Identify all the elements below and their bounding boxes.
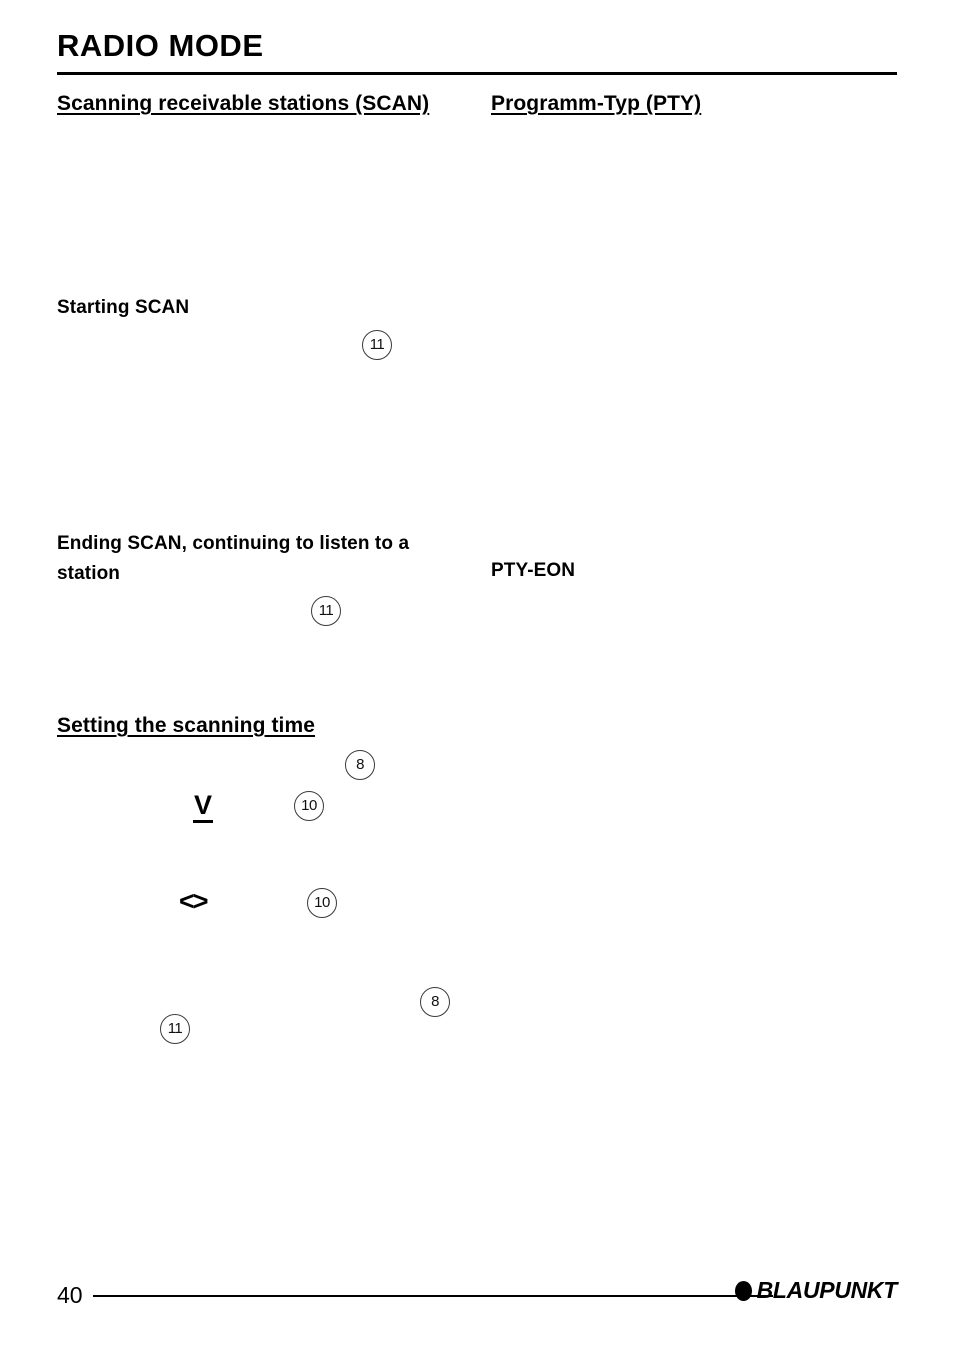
heading-scanning-receivable-stations-label: Scanning receivable stations (SCAN) (57, 92, 430, 115)
page-footer: 40 BLAUPUNKT (57, 1277, 898, 1321)
callout-number-11-start-scan: 11 (362, 330, 392, 360)
subheading-pty-eon: PTY-EON (491, 560, 576, 581)
callout-number-10-time-bottom: 10 (307, 888, 337, 918)
subheading-starting-scan: Starting SCAN (57, 297, 190, 318)
page-title: RADIO MODE (57, 28, 264, 63)
left-right-arrow-key-icon: <> (179, 886, 209, 916)
brand-logo: BLAUPUNKT (734, 1277, 898, 1303)
heading-setting-scanning-time: Setting the scanning time (57, 710, 315, 743)
title-divider (57, 72, 897, 75)
heading-programm-typ-pty-label: Programm-Typ (PTY) (491, 92, 702, 115)
callout-number-10-time-top: 10 (294, 791, 324, 821)
brand-name-label: BLAUPUNKT (756, 1277, 898, 1303)
left-column: Scanning receivable stations (SCAN) (57, 88, 457, 121)
footer-divider (93, 1295, 773, 1297)
down-arrow-key-icon: V (193, 792, 214, 823)
callout-number-11-time: 11 (160, 1014, 190, 1044)
subheading-ending-scan: Ending SCAN, continuing to listen to a s… (57, 533, 410, 585)
callout-number-11-end-scan: 11 (311, 596, 341, 626)
callout-number-8-time-top: 8 (345, 750, 375, 780)
heading-programm-typ-pty: Programm-Typ (PTY) (491, 88, 897, 121)
heading-scanning-receivable-stations: Scanning receivable stations (SCAN) (57, 88, 457, 121)
heading-setting-scanning-time-label: Setting the scanning time (57, 714, 316, 737)
page-number: 40 (57, 1282, 83, 1308)
right-column: Programm-Typ (PTY) (491, 88, 897, 121)
brand-dot-icon (734, 1280, 752, 1301)
callout-number-8-time-bottom: 8 (420, 987, 450, 1017)
manual-page: RADIO MODE Scanning receivable stations … (0, 0, 954, 1349)
down-arrow-key-glyph: V (193, 792, 214, 823)
